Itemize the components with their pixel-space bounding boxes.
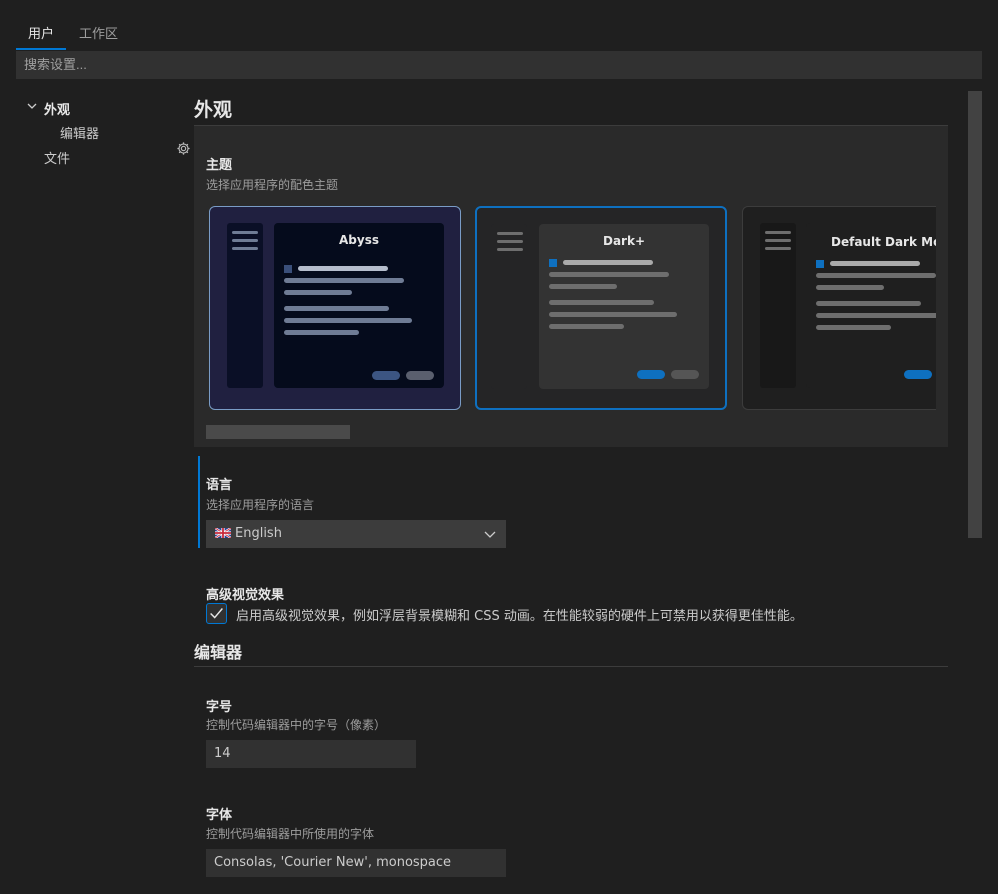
setting-desc-language: 选择应用程序的语言	[206, 498, 315, 512]
uk-flag-icon	[215, 528, 231, 538]
toc-item-editor[interactable]: 编辑器	[60, 123, 99, 142]
checkmark-icon	[210, 608, 223, 619]
font-family-input[interactable]: Consolas, 'Courier New', monospace	[206, 849, 506, 877]
language-select-value: English	[235, 526, 282, 541]
carousel-scrollbar[interactable]	[206, 425, 350, 439]
tab-workspace[interactable]: 工作区	[67, 22, 130, 48]
theme-card-name: Default Dark Modern	[831, 235, 936, 249]
search-input[interactable]	[16, 51, 982, 79]
setting-title-font-size: 字号	[206, 700, 233, 715]
theme-carousel: Abyss Dark+ Default Dark M	[206, 206, 936, 412]
theme-preview-panel: Default Dark Modern	[806, 223, 936, 388]
section-title-appearance: 外观	[194, 99, 233, 121]
language-select[interactable]: English	[206, 520, 506, 548]
theme-preview-panel: Dark+	[539, 224, 709, 389]
font-size-input[interactable]: 14	[206, 740, 416, 768]
theme-card-name: Dark+	[602, 234, 645, 248]
tab-active-indicator	[16, 48, 66, 50]
setting-title-font-family: 字体	[206, 808, 233, 823]
setting-desc-theme: 选择应用程序的配色主题	[206, 178, 339, 192]
theme-card-name: Abyss	[339, 233, 379, 247]
gear-icon[interactable]	[176, 141, 191, 156]
setting-desc-font-family: 控制代码编辑器中所使用的字体	[206, 827, 375, 841]
vertical-scrollbar[interactable]	[968, 91, 982, 538]
theme-preview-panel: Abyss	[274, 223, 444, 388]
theme-preview-sidebar	[760, 223, 796, 388]
theme-card-dark-plus[interactable]: Dark+	[475, 206, 727, 410]
toc-item-files[interactable]: 文件	[44, 148, 70, 167]
setting-title-language: 语言	[206, 478, 233, 493]
theme-preview-sidebar	[491, 224, 527, 389]
tab-user[interactable]: 用户	[16, 22, 66, 48]
focused-setting-indicator	[198, 456, 200, 548]
chevron-down-icon[interactable]	[26, 100, 38, 112]
theme-card-abyss[interactable]: Abyss	[209, 206, 461, 410]
effects-checkbox-label: 启用高级视觉效果，例如浮层背景模糊和 CSS 动画。在性能较弱的硬件上可禁用以获…	[236, 609, 803, 624]
toc-item-appearance[interactable]: 外观	[44, 99, 70, 118]
setting-desc-font-size: 控制代码编辑器中的字号（像素）	[206, 718, 387, 732]
theme-preview-sidebar	[227, 223, 263, 388]
section-title-editor: 编辑器	[194, 643, 243, 662]
section-divider	[194, 666, 948, 667]
theme-card-default-dark-modern[interactable]: Default Dark Modern	[742, 206, 936, 410]
effects-checkbox[interactable]	[206, 603, 227, 624]
chevron-down-icon	[484, 531, 496, 538]
setting-title-effects: 高级视觉效果	[206, 588, 285, 603]
setting-title-theme: 主题	[206, 158, 233, 173]
